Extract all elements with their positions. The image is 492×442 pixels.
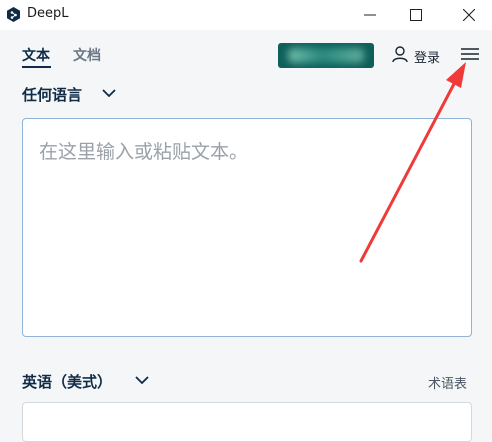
source-language-label: 任何语言 [22,86,83,104]
close-icon [463,9,475,21]
target-text-output[interactable] [22,402,472,442]
maximize-icon [410,9,422,21]
minimize-button[interactable] [347,0,393,30]
close-button[interactable] [446,0,492,30]
source-placeholder: 在这里输入或粘贴文本。 [39,141,249,163]
title-bar: DeepL [0,0,492,30]
promo-button[interactable] [278,43,374,68]
menu-button[interactable] [459,45,481,63]
active-tab-indicator [22,66,51,68]
user-icon [392,46,408,63]
tab-document[interactable]: 文档 [73,45,101,65]
tab-text[interactable]: 文本 [22,45,50,65]
blurred-content [288,48,364,63]
minimize-icon [364,14,376,16]
maximize-button[interactable] [393,0,439,30]
glossary-link[interactable]: 术语表 [428,373,467,392]
deepl-logo-icon [7,7,20,22]
target-language-label: 英语（美式） [22,373,113,391]
chevron-down-icon [135,376,149,385]
window-title: DeepL [27,6,69,21]
login-label: 登录 [414,51,441,66]
source-text-input[interactable]: 在这里输入或粘贴文本。 [22,118,472,337]
chevron-down-icon [102,89,116,98]
hamburger-menu-icon [461,48,479,60]
